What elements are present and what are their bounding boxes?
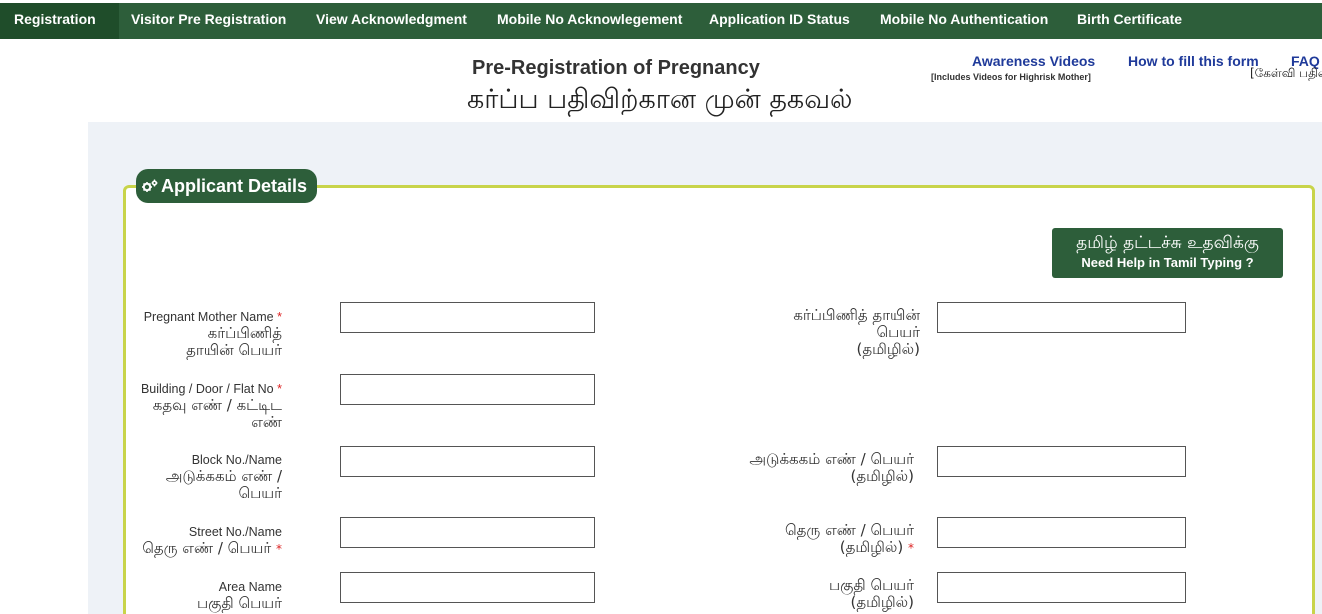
- page-title-english: Pre-Registration of Pregnancy: [472, 57, 760, 79]
- building-input[interactable]: [340, 374, 595, 405]
- mother-name-input[interactable]: [340, 302, 595, 333]
- tamil-help-tamil-text: தமிழ் தட்டச்சு உதவிக்கு: [1076, 233, 1259, 253]
- nav-visitor-pre-registration[interactable]: Visitor Pre Registration: [131, 3, 286, 39]
- legend-label: Applicant Details: [161, 176, 308, 196]
- building-label-tamil: கதவு எண் / கட்டிட எண்: [152, 396, 282, 431]
- nav-application-id-status[interactable]: Application ID Status: [709, 3, 850, 39]
- street-label: Street No./Name தெரு எண் / பெயர் *: [142, 525, 282, 557]
- street-tamil-input[interactable]: [937, 517, 1186, 548]
- nav-registration[interactable]: Registration: [0, 3, 119, 39]
- block-input[interactable]: [340, 446, 595, 477]
- awareness-videos-link[interactable]: Awareness Videos: [972, 53, 1095, 69]
- street-tamil-label: தெரு எண் / பெயர் (தமிழில்) *: [784, 521, 914, 556]
- block-tamil-input[interactable]: [937, 446, 1186, 477]
- mother-name-tamil-label: கர்ப்பிணித் தாயின் பெயர் (தமிழில்): [793, 306, 920, 358]
- block-label-tamil: அடுக்ககம் எண் / பெயர்: [165, 467, 282, 502]
- how-to-fill-form-link[interactable]: How to fill this form: [1128, 53, 1259, 69]
- tamil-typing-help-button[interactable]: தமிழ் தட்டச்சு உதவிக்கு Need Help in Tam…: [1052, 228, 1283, 278]
- area-input[interactable]: [340, 572, 595, 603]
- cogs-icon: [142, 179, 158, 192]
- mother-name-label-tamil: கர்ப்பிணித் தாயின் பெயர்: [186, 324, 282, 359]
- page-title-tamil: கர்ப்ப பதிவிற்கான முன் தகவல்: [467, 84, 853, 115]
- block-tamil-label: அடுக்ககம் எண் / பெயர் (தமிழில்): [749, 450, 914, 485]
- faq-subtitle: [கேள்வி பதில்]: [1250, 66, 1322, 80]
- top-navbar: Registration Visitor Pre Registration Vi…: [0, 3, 1322, 39]
- nav-view-acknowledgment[interactable]: View Acknowledgment: [316, 3, 467, 39]
- street-input[interactable]: [340, 517, 595, 548]
- block-label: Block No./Name அடுக்ககம் எண் / பெயர்: [120, 452, 282, 502]
- mother-name-label: Pregnant Mother Name * கர்ப்பிணித் தாயின…: [143, 310, 282, 359]
- area-tamil-label: பகுதி பெயர் (தமிழில்): [829, 576, 914, 611]
- applicant-details-legend: Applicant Details: [136, 169, 318, 203]
- mother-name-tamil-input[interactable]: [937, 302, 1186, 333]
- nav-birth-certificate[interactable]: Birth Certificate: [1077, 3, 1182, 39]
- area-tamil-input[interactable]: [937, 572, 1186, 603]
- nav-mobile-no-authentication[interactable]: Mobile No Authentication: [880, 3, 1048, 39]
- awareness-videos-subtitle: [Includes Videos for Highrisk Mother]: [931, 72, 1091, 82]
- nav-mobile-no-acknowledgement[interactable]: Mobile No Acknowlegement: [497, 3, 682, 39]
- area-label: Area Name பகுதி பெயர்: [197, 580, 282, 612]
- building-label: Building / Door / Flat No * கதவு எண் / க…: [120, 381, 282, 431]
- tamil-help-english-text: Need Help in Tamil Typing ?: [1081, 255, 1254, 270]
